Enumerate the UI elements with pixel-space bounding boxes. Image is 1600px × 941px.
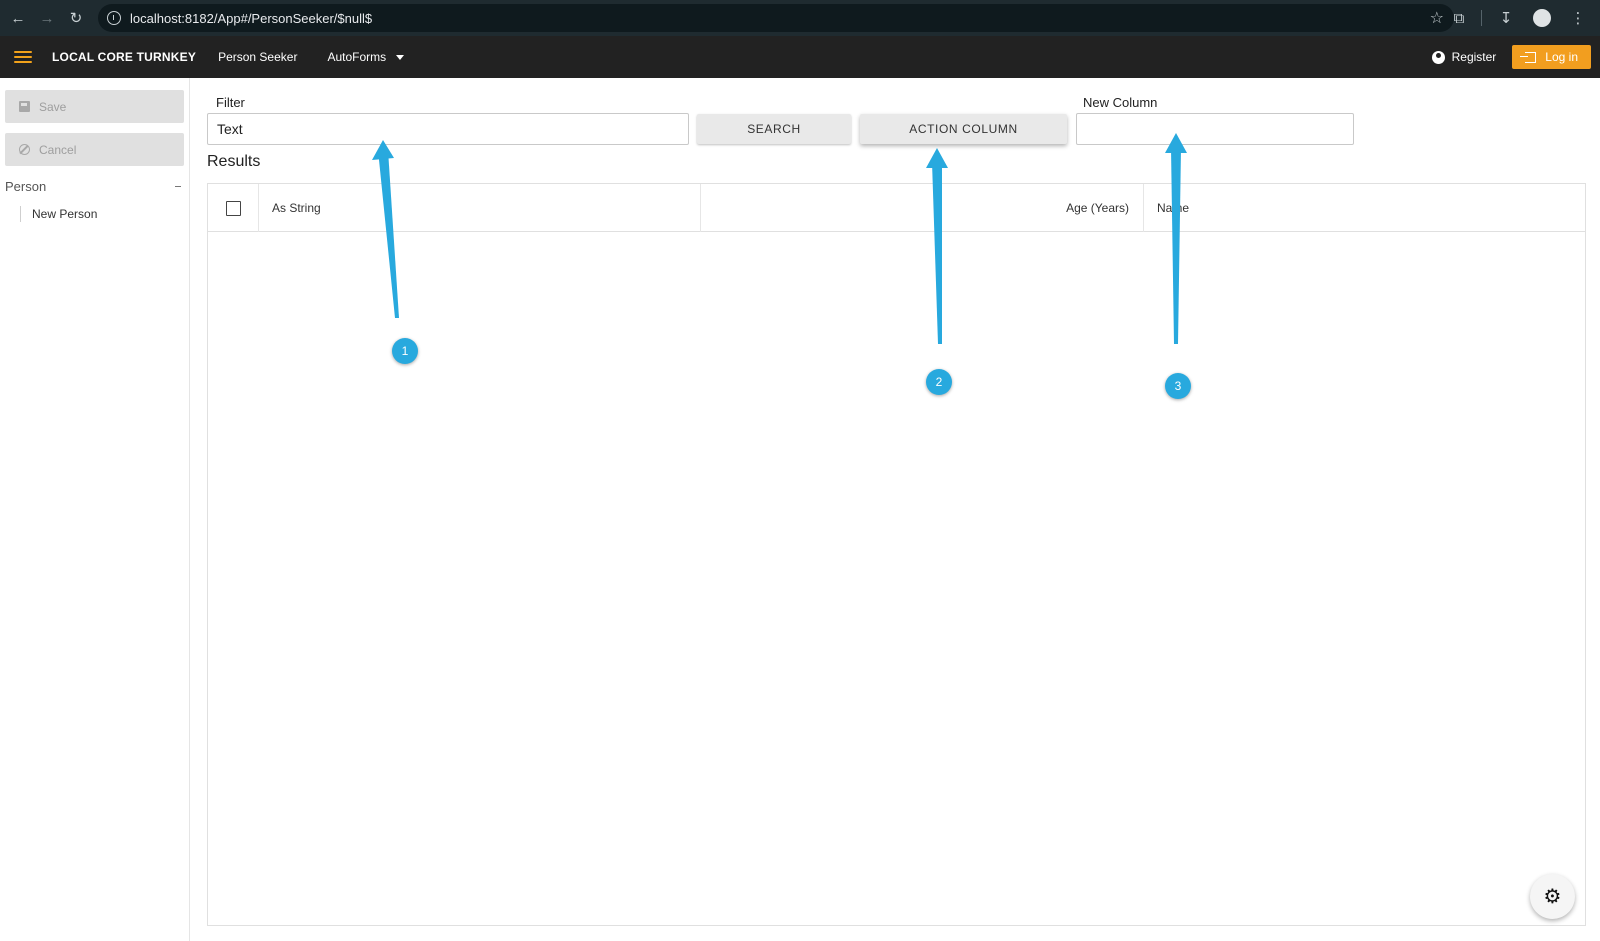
star-icon[interactable]: ☆ bbox=[1430, 8, 1444, 28]
login-label: Log in bbox=[1545, 50, 1578, 64]
annotation-marker-1: 1 bbox=[392, 338, 418, 364]
action-column-button[interactable]: ACTION COLUMN bbox=[860, 114, 1067, 144]
gear-icon: ⚙ bbox=[1543, 886, 1562, 908]
sidebar: Save Cancel Person New Person bbox=[0, 78, 190, 941]
nav-autoforms-dropdown[interactable]: AutoForms bbox=[327, 50, 405, 64]
new-column-input[interactable] bbox=[1076, 113, 1354, 145]
profile-icon[interactable] bbox=[1528, 4, 1556, 32]
sidebar-section-label: Person bbox=[5, 179, 47, 194]
save-label: Save bbox=[39, 99, 67, 114]
column-header-as-string[interactable]: As String bbox=[259, 184, 701, 232]
login-button[interactable]: Log in bbox=[1512, 45, 1591, 69]
browser-toolbar: ← → ↻ localhost:8182/App#/PersonSeeker/$… bbox=[0, 0, 1600, 36]
toolbar-divider bbox=[1481, 10, 1482, 26]
grid-header: As String Age (Years) Name bbox=[208, 184, 1585, 232]
column-header-name[interactable]: Name bbox=[1144, 184, 1585, 232]
filter-label: Filter bbox=[216, 95, 245, 110]
site-info-icon[interactable] bbox=[107, 11, 121, 25]
reload-icon[interactable]: ↻ bbox=[65, 7, 87, 29]
app-header: LOCAL CORE TURNKEY Person Seeker AutoFor… bbox=[0, 36, 1600, 78]
menu-icon[interactable] bbox=[14, 51, 32, 63]
ban-icon bbox=[18, 144, 30, 156]
register-label: Register bbox=[1451, 50, 1497, 64]
collapse-icon bbox=[175, 185, 181, 188]
nav-autoforms-label: AutoForms bbox=[327, 50, 387, 64]
download-icon[interactable]: ↧ bbox=[1492, 4, 1520, 32]
back-arrow-icon[interactable]: ← bbox=[7, 7, 29, 29]
sign-in-icon bbox=[1520, 51, 1537, 63]
save-icon bbox=[18, 101, 30, 113]
nav-person-seeker[interactable]: Person Seeker bbox=[218, 50, 297, 64]
search-button[interactable]: SEARCH bbox=[697, 114, 851, 144]
annotation-marker-2: 2 bbox=[926, 369, 952, 395]
sidebar-item-label: New Person bbox=[32, 207, 98, 221]
results-grid: As String Age (Years) Name bbox=[207, 183, 1586, 926]
cancel-label: Cancel bbox=[39, 142, 77, 157]
chevron-down-icon bbox=[396, 54, 405, 60]
results-title: Results bbox=[207, 153, 261, 170]
forward-arrow-icon[interactable]: → bbox=[36, 7, 58, 29]
filter-input[interactable] bbox=[207, 113, 689, 145]
sidebar-item-new-person[interactable]: New Person bbox=[20, 206, 97, 222]
select-all-checkbox[interactable] bbox=[208, 184, 259, 232]
app-brand[interactable]: LOCAL CORE TURNKEY bbox=[52, 50, 196, 64]
user-circle-icon bbox=[1431, 50, 1445, 64]
extensions-icon[interactable]: ⧉ bbox=[1445, 4, 1473, 32]
sidebar-section-person[interactable]: Person bbox=[5, 179, 184, 194]
address-url[interactable]: localhost:8182/App#/PersonSeeker/$null$ bbox=[130, 11, 372, 26]
address-bar[interactable]: localhost:8182/App#/PersonSeeker/$null$ … bbox=[98, 4, 1454, 32]
annotation-marker-3: 3 bbox=[1165, 373, 1191, 399]
register-link[interactable]: Register bbox=[1431, 50, 1497, 64]
settings-gear-button[interactable]: ⚙ bbox=[1530, 874, 1575, 919]
column-header-age[interactable]: Age (Years) bbox=[701, 184, 1144, 232]
cancel-button[interactable]: Cancel bbox=[5, 133, 184, 166]
new-column-label: New Column bbox=[1083, 95, 1158, 110]
save-button[interactable]: Save bbox=[5, 90, 184, 123]
more-vert-icon[interactable]: ⋮ bbox=[1564, 4, 1592, 32]
